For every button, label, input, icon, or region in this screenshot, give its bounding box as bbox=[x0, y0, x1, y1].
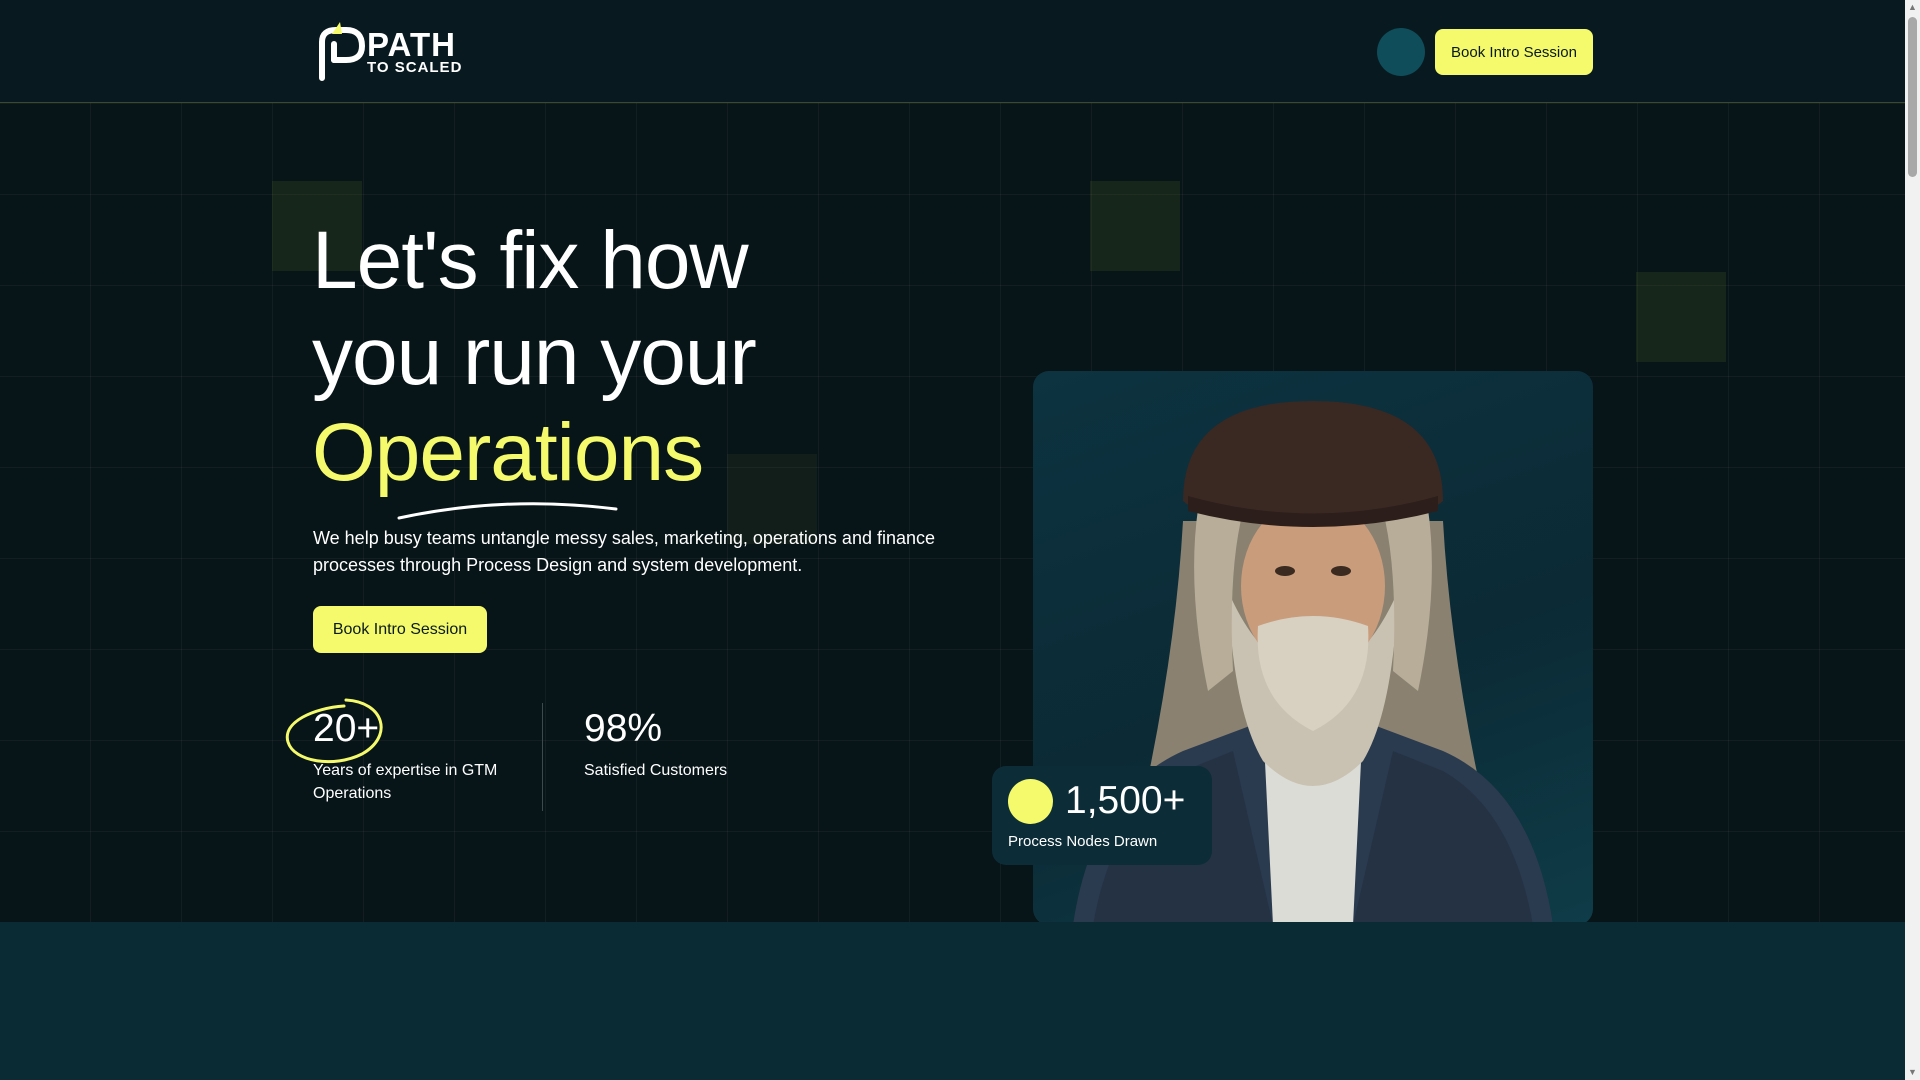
scrollbar-thumb[interactable] bbox=[1908, 17, 1917, 177]
badge-dot-icon bbox=[1008, 779, 1053, 824]
logo-sub-text: TO SCALED bbox=[367, 59, 463, 76]
page-viewport: PATH TO SCALED Book Intro Session Let's … bbox=[0, 0, 1905, 1080]
stat-satisfied-customers: 98% Satisfied Customers bbox=[584, 707, 784, 782]
logo-main-text: PATH bbox=[367, 26, 456, 63]
hero-subcopy: We help busy teams untangle messy sales,… bbox=[313, 528, 936, 575]
scroll-up-arrow-icon[interactable]: ▲ bbox=[1905, 0, 1920, 15]
hero-book-session-button[interactable]: Book Intro Session bbox=[313, 606, 487, 653]
grid-highlight-cell bbox=[1090, 181, 1180, 271]
stat-divider bbox=[542, 703, 543, 811]
menu-toggle-button[interactable] bbox=[1377, 28, 1425, 76]
site-header: PATH TO SCALED Book Intro Session bbox=[0, 0, 1905, 103]
stat-label: Years of expertise in GTM Operations bbox=[313, 762, 498, 802]
hero-section: Let's fix how you run your Operations We… bbox=[0, 103, 1905, 922]
stat-value: 98% bbox=[584, 707, 663, 750]
logo-wordmark: PATH TO SCALED bbox=[367, 26, 463, 76]
underline-swoosh-icon bbox=[397, 502, 618, 520]
stat-years-expertise: 20+ Years of expertise in GTM Operations bbox=[313, 707, 513, 805]
page-scrollbar[interactable]: ▲ ▼ bbox=[1905, 0, 1920, 1080]
headline-accent: Operations bbox=[312, 407, 704, 498]
badge-label: Process Nodes Drawn bbox=[1008, 833, 1158, 850]
process-nodes-badge: 1,500+ Process Nodes Drawn bbox=[992, 766, 1212, 865]
next-section bbox=[0, 922, 1905, 1080]
stat-value: 20+ bbox=[313, 707, 380, 750]
grid-highlight-cell bbox=[1636, 272, 1726, 362]
scroll-down-arrow-icon[interactable]: ▼ bbox=[1905, 1065, 1920, 1080]
badge-value: 1,500+ bbox=[1065, 779, 1186, 822]
hero-headline: Let's fix how you run your Operations bbox=[312, 213, 757, 501]
headline-line-1: Let's fix how bbox=[312, 215, 749, 306]
stat-label: Satisfied Customers bbox=[584, 762, 728, 779]
header-book-session-button[interactable]: Book Intro Session bbox=[1435, 29, 1593, 75]
headline-line-2: you run your bbox=[312, 311, 757, 402]
